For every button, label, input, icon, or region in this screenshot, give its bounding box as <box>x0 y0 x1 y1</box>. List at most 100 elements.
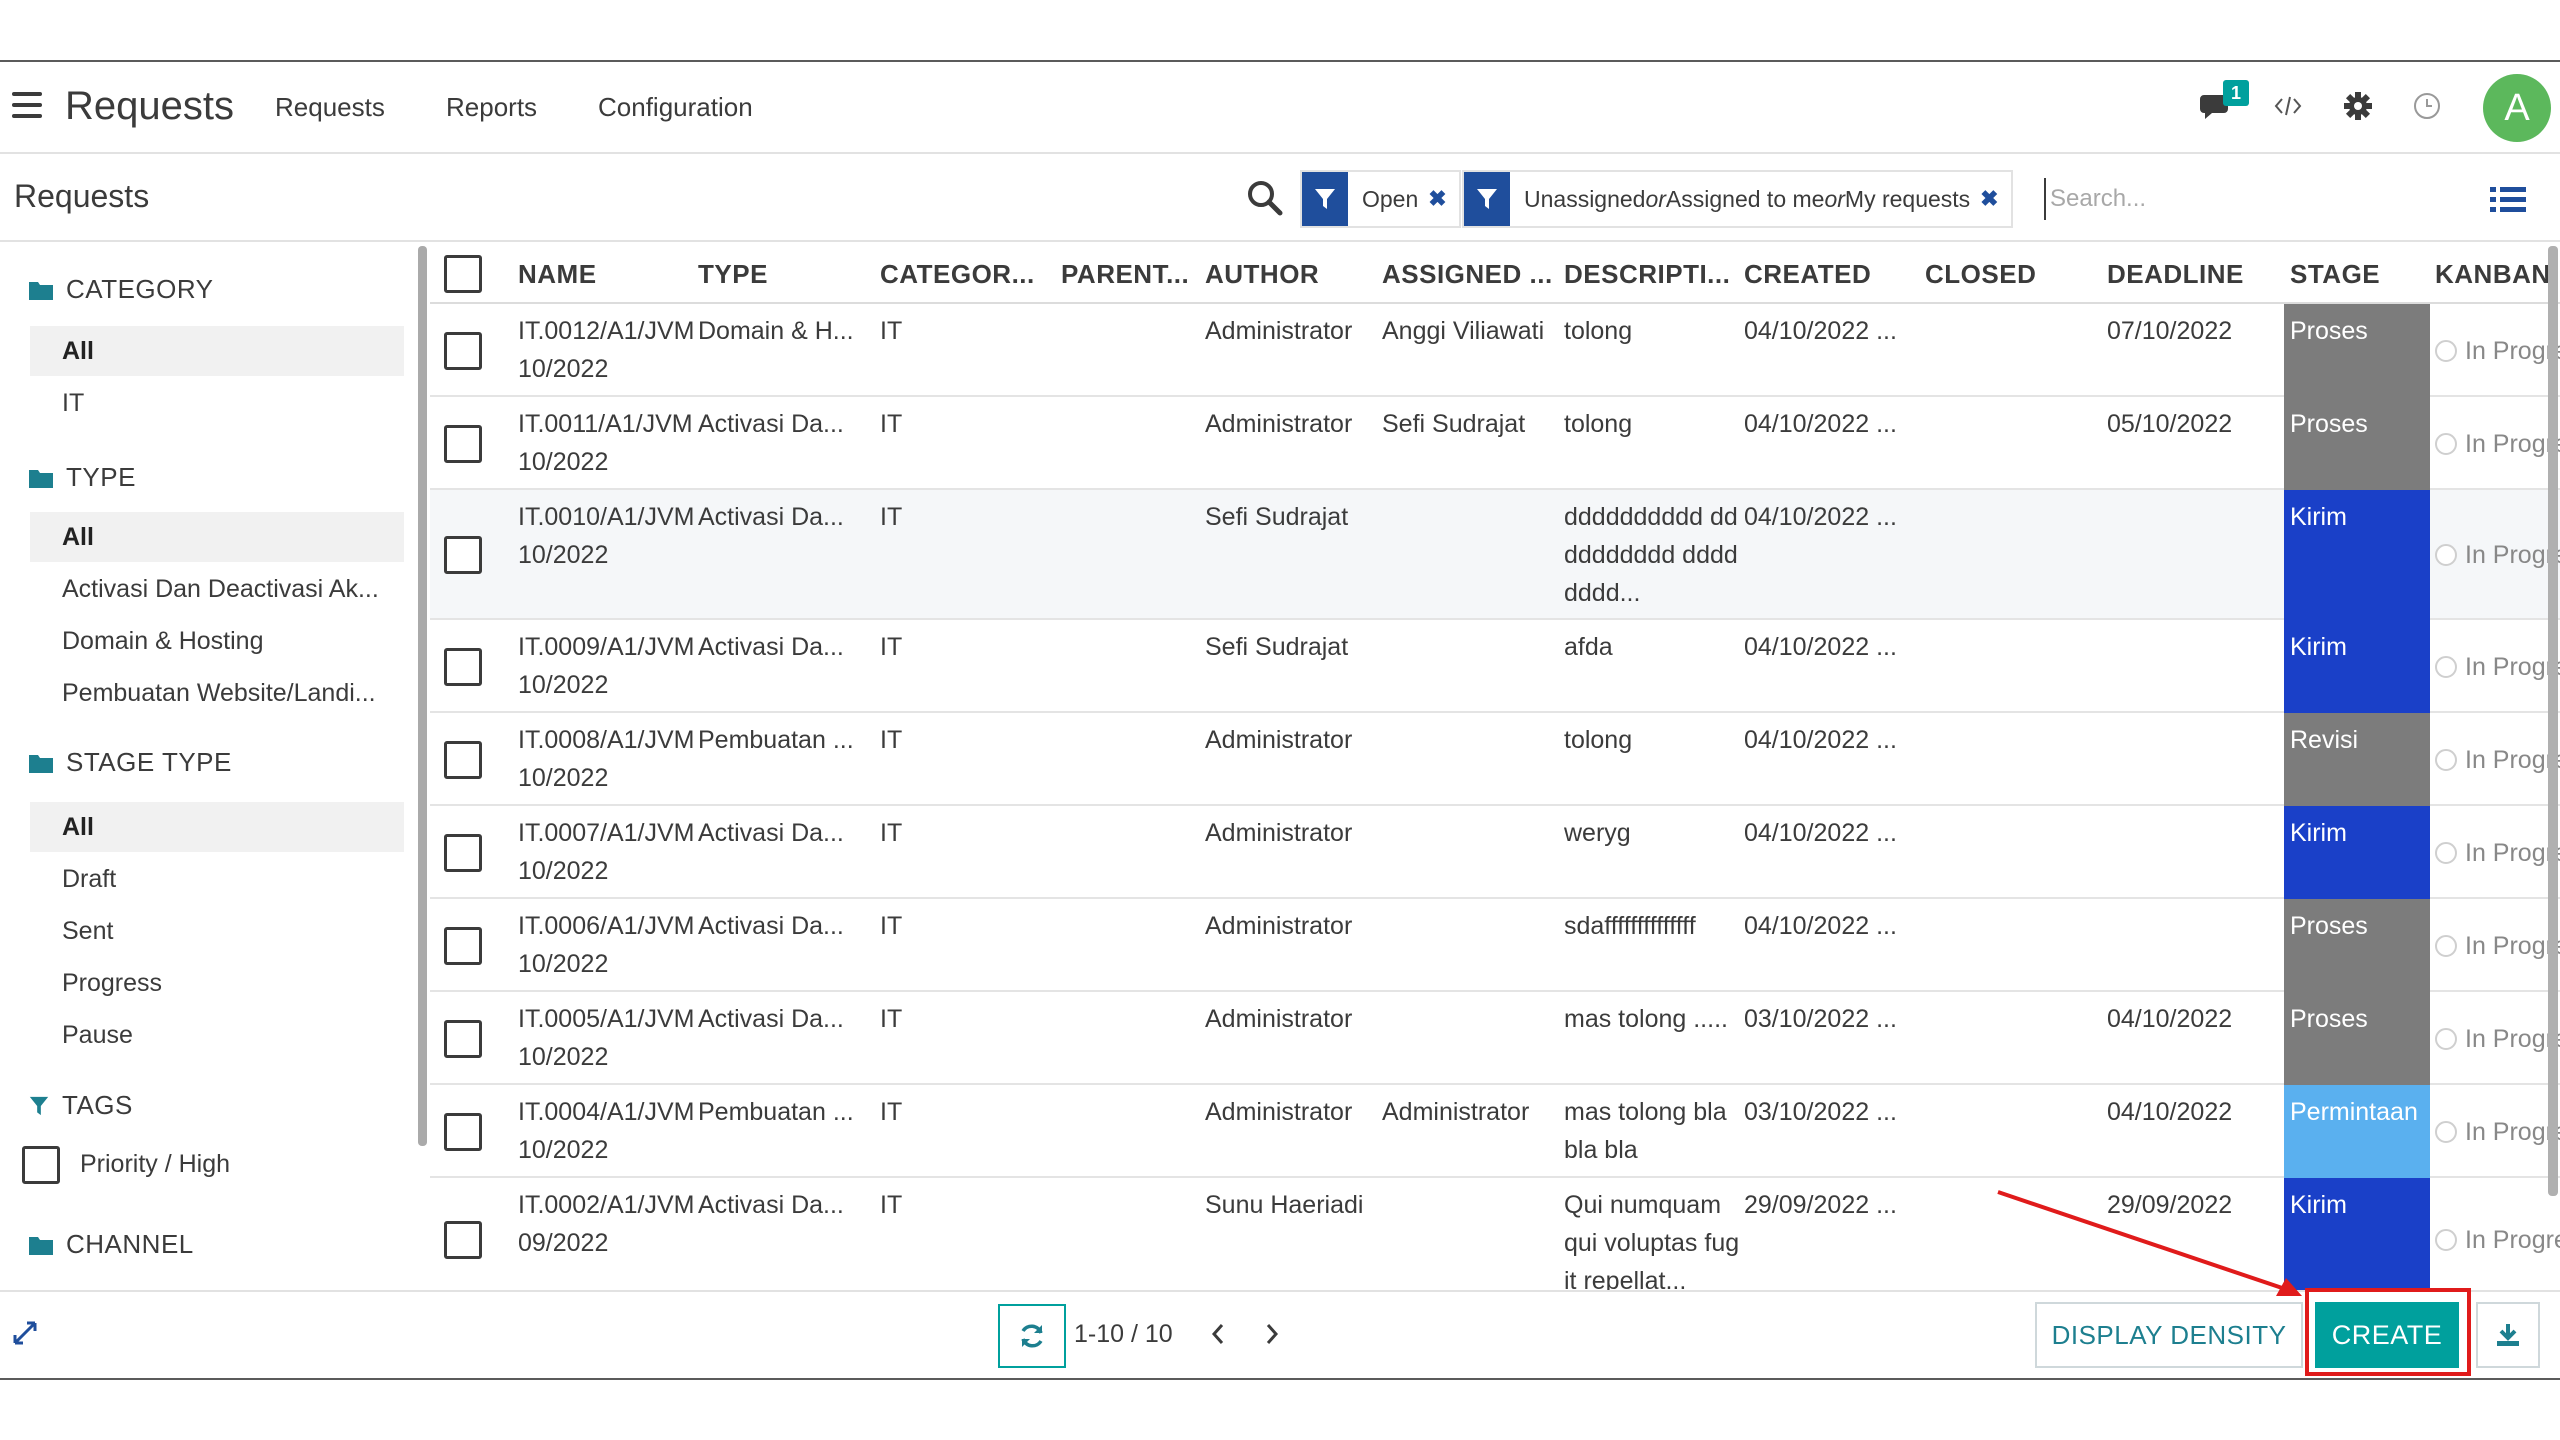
table-row[interactable]: IT.0012/A1/JVM 10/2022 Domain & H... IT Admi… <box>430 304 2560 397</box>
pager-value[interactable]: 1-10 / 10 <box>1074 1320 1173 1349</box>
menu-configuration[interactable]: Configuration <box>598 92 753 123</box>
table-row[interactable]: IT.0006/A1/JVM 10/2022 Activasi Da... IT Adm… <box>430 899 2560 992</box>
stage-badge: Kirim <box>2284 806 2430 899</box>
cell-type: Activasi Da... <box>698 503 844 531</box>
kanban-state[interactable]: In Progress <box>2435 927 2560 965</box>
channel-title: CHANNEL <box>66 1229 194 1259</box>
column-parent[interactable]: PARENT... <box>1061 244 1201 304</box>
cell-created: 04/10/2022 ... <box>1744 503 1897 531</box>
table-row[interactable]: IT.0011/A1/JVM 10/2022 Activasi Da... IT Adm… <box>430 397 2560 490</box>
stage-all[interactable]: All <box>30 802 404 852</box>
code-icon[interactable] <box>2268 86 2308 126</box>
bottom-border <box>0 1378 2560 1380</box>
column-deadline[interactable]: DEADLINE <box>2107 244 2277 304</box>
remove-facet-icon[interactable]: ✖ <box>1428 172 1458 226</box>
filter-facet-assignment[interactable]: Unassigned or Assigned to me or My reque… <box>1462 170 2013 228</box>
pager-previous-icon[interactable] <box>1198 1312 1238 1356</box>
kanban-state[interactable]: In Progress <box>2435 648 2560 686</box>
table-row[interactable]: IT.0010/A1/JVM 10/2022 Activasi Da... IT Sef… <box>430 490 2560 620</box>
clock-icon[interactable] <box>2407 86 2447 126</box>
row-checkbox[interactable] <box>444 332 482 370</box>
column-stage[interactable]: STAGE <box>2290 244 2430 304</box>
display-density-button[interactable]: DISPLAY DENSITY <box>2035 1302 2303 1368</box>
list-view-icon[interactable] <box>2490 184 2526 216</box>
app-title: Requests <box>65 84 234 128</box>
download-button[interactable] <box>2476 1302 2540 1368</box>
list-scrollbar[interactable] <box>2548 246 2558 1196</box>
create-button[interactable]: CREATE <box>2315 1302 2459 1368</box>
stage-badge: Revisi <box>2284 713 2430 806</box>
cell-assigned: Sefi Sudrajat <box>1382 410 1526 438</box>
stage-sent[interactable]: Sent <box>30 906 404 956</box>
tag-priority-high-label[interactable]: Priority / High <box>80 1150 230 1179</box>
row-checkbox[interactable] <box>444 834 482 872</box>
name-line: IT.0009/A1/JVM <box>518 633 693 661</box>
table-row[interactable]: IT.0009/A1/JVM 10/2022 Activasi Da... IT Sef… <box>430 620 2560 713</box>
select-all-checkbox[interactable] <box>444 255 482 293</box>
kanban-state[interactable]: In Progress <box>2435 425 2560 463</box>
pager-next-icon[interactable] <box>1252 1312 1292 1356</box>
stage-progress[interactable]: Progress <box>30 958 404 1008</box>
sidebar-scrollbar[interactable] <box>418 246 427 1146</box>
row-checkbox[interactable] <box>444 741 482 779</box>
table-row[interactable]: IT.0004/A1/JVM 10/2022 Pembuatan ... IT Admi… <box>430 1085 2560 1178</box>
table-row[interactable]: IT.0002/A1/JVM 09/2022 Activasi Da... IT Sun… <box>430 1178 2560 1290</box>
menu-requests[interactable]: Requests <box>275 92 385 123</box>
column-assigned[interactable]: ASSIGNED ... <box>1382 244 1557 304</box>
column-name[interactable]: NAME <box>518 244 688 304</box>
kanban-state[interactable]: In Progress <box>2435 741 2560 779</box>
kanban-state[interactable]: In Progress <box>2435 536 2560 574</box>
facet-part: My requests <box>1844 185 1971 212</box>
table-row[interactable]: IT.0005/A1/JVM 10/2022 Activasi Da... IT Adm… <box>430 992 2560 1085</box>
column-closed[interactable]: CLOSED <box>1925 244 2095 304</box>
cell-deadline: 05/10/2022 <box>2107 410 2233 438</box>
app-frame: Requests Requests Reports Configuration … <box>0 0 2560 1440</box>
column-type[interactable]: TYPE <box>698 244 868 304</box>
row-checkbox[interactable] <box>444 927 482 965</box>
type-all[interactable]: All <box>30 512 404 562</box>
row-checkbox[interactable] <box>444 1113 482 1151</box>
filter-facet-open[interactable]: Open ✖ <box>1300 170 1461 228</box>
kanban-state[interactable]: In Progress <box>2435 1221 2560 1259</box>
tag-priority-high-checkbox[interactable] <box>22 1146 60 1184</box>
column-description[interactable]: DESCRIPTI... <box>1564 244 1739 304</box>
row-checkbox[interactable] <box>444 1221 482 1259</box>
search-input[interactable] <box>2044 178 2424 220</box>
table-row[interactable]: IT.0008/A1/JVM 10/2022 Pembuatan ... IT Admi… <box>430 713 2560 806</box>
expand-icon[interactable] <box>12 1320 38 1346</box>
folder-icon <box>29 469 53 488</box>
kanban-state[interactable]: In Progress <box>2435 834 2560 872</box>
table-row[interactable]: IT.0007/A1/JVM 10/2022 Activasi Da... IT Adm… <box>430 806 2560 899</box>
category-all[interactable]: All <box>30 326 404 376</box>
avatar[interactable]: A <box>2483 74 2551 142</box>
cell-name: IT.0009/A1/JVM 10/2022 <box>518 628 693 704</box>
folder-icon <box>29 1236 53 1255</box>
kanban-state[interactable]: In Progress <box>2435 332 2560 370</box>
refresh-button[interactable] <box>998 1304 1066 1368</box>
cell-category: IT <box>880 1098 903 1126</box>
hamburger-icon[interactable] <box>12 92 42 118</box>
column-created[interactable]: CREATED <box>1744 244 1914 304</box>
row-checkbox[interactable] <box>444 425 482 463</box>
gear-icon[interactable] <box>2338 86 2378 126</box>
search-icon[interactable] <box>1245 178 1285 218</box>
kanban-state-icon <box>2435 1121 2457 1143</box>
cell-type: Activasi Da... <box>698 1005 844 1033</box>
row-checkbox[interactable] <box>444 536 482 574</box>
type-activasi[interactable]: Activasi Dan Deactivasi Ak... <box>30 564 404 614</box>
column-category[interactable]: CATEGOR... <box>880 244 1055 304</box>
stage-pause[interactable]: Pause <box>30 1010 404 1060</box>
menu-reports[interactable]: Reports <box>446 92 537 123</box>
column-kanban[interactable]: KANBAN <box>2435 244 2560 304</box>
row-checkbox[interactable] <box>444 1020 482 1058</box>
kanban-state[interactable]: In Progress <box>2435 1020 2560 1058</box>
type-pembuatan-website[interactable]: Pembuatan Website/Landi... <box>30 668 404 718</box>
row-checkbox[interactable] <box>444 648 482 686</box>
stage-draft[interactable]: Draft <box>30 854 404 904</box>
type-domain-hosting[interactable]: Domain & Hosting <box>30 616 404 666</box>
category-it[interactable]: IT <box>30 378 404 428</box>
column-author[interactable]: AUTHOR <box>1205 244 1375 304</box>
remove-facet-icon[interactable]: ✖ <box>1980 172 2010 226</box>
main-navbar: Requests Requests Reports Configuration … <box>0 62 2560 154</box>
kanban-state[interactable]: In Progress <box>2435 1113 2560 1151</box>
